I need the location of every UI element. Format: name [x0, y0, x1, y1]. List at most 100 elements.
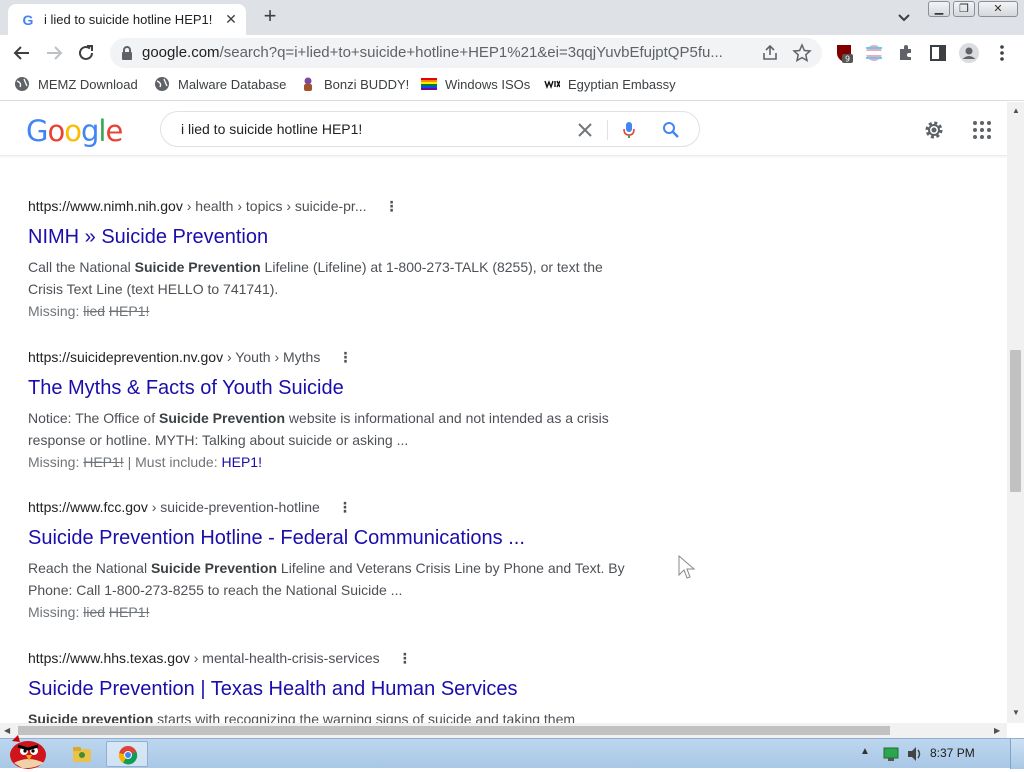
more-options-icon[interactable]: ⋮: [338, 497, 352, 517]
volume-icon[interactable]: [906, 746, 924, 762]
vertical-scrollbar[interactable]: ▲ ▼: [1007, 102, 1024, 723]
result-title-link[interactable]: NIMH » Suicide Prevention: [28, 224, 628, 250]
tab-strip: G i lied to suicide hotline HEP1! ✕ + ▁ …: [0, 0, 1024, 35]
forward-icon[interactable]: [42, 41, 66, 65]
taskbar-clock[interactable]: 8:37 PM: [930, 746, 975, 760]
horizontal-scrollbar[interactable]: ◀ ▶: [0, 723, 1007, 738]
voice-search-icon[interactable]: [619, 120, 639, 140]
extension-badge: 9: [845, 55, 850, 64]
bookmark-label: MEMZ Download: [38, 77, 138, 92]
scroll-down-arrow-icon[interactable]: ▼: [1012, 708, 1020, 717]
search-result: https://www.hhs.texas.gov › mental-healt…: [28, 648, 628, 723]
result-path: › health › topics › suicide-pr...: [182, 198, 367, 214]
missing-term: lied: [83, 303, 106, 319]
result-missing-terms: Missing: lied HEP1!: [28, 601, 628, 623]
must-include-label: | Must include:: [123, 454, 222, 470]
search-divider: [607, 120, 608, 140]
settings-gear-icon[interactable]: [922, 118, 946, 142]
result-url[interactable]: https://www.fcc.gov › suicide-prevention…: [28, 497, 628, 517]
search-icon[interactable]: [661, 120, 681, 140]
missing-label: Missing:: [28, 303, 84, 319]
lock-icon[interactable]: [120, 45, 134, 61]
result-missing-terms: Missing: HEP1! | Must include: HEP1!: [28, 451, 628, 473]
tab-title: i lied to suicide hotline HEP1!: [44, 12, 213, 27]
search-input[interactable]: i lied to suicide hotline HEP1!: [181, 121, 362, 137]
search-result: https://www.fcc.gov › suicide-prevention…: [28, 497, 628, 623]
horizontal-scroll-thumb[interactable]: [18, 726, 890, 735]
new-tab-button[interactable]: +: [258, 5, 282, 29]
bookmark-windows-isos[interactable]: Windows ISOs: [421, 76, 530, 96]
more-options-icon[interactable]: ⋮: [338, 347, 352, 367]
file-explorer-icon[interactable]: [70, 741, 94, 767]
bookmark-label: Bonzi BUDDY!: [324, 77, 410, 92]
result-domain: https://www.hhs.texas.gov: [28, 650, 190, 666]
tab-close-icon[interactable]: ✕: [222, 10, 240, 28]
reload-icon[interactable]: [74, 41, 98, 65]
missing-term: HEP1!: [83, 454, 124, 470]
result-url[interactable]: https://www.hhs.texas.gov › mental-healt…: [28, 648, 628, 668]
apps-grid-icon[interactable]: [970, 118, 994, 142]
clear-search-icon[interactable]: [575, 120, 595, 140]
more-options-icon[interactable]: ⋮: [385, 196, 399, 216]
scroll-up-arrow-icon[interactable]: ▲: [1012, 106, 1020, 115]
missing-term: lied: [83, 604, 106, 620]
address-bar[interactable]: google.com/search?q=i+lied+to+suicide+ho…: [110, 38, 822, 68]
scroll-right-arrow-icon[interactable]: ▶: [994, 726, 1000, 735]
result-title-link[interactable]: Suicide Prevention | Texas Health and Hu…: [28, 676, 628, 702]
bookmark-label: Malware Database: [178, 77, 287, 92]
missing-term: HEP1!: [108, 604, 150, 620]
google-logo[interactable]: Google: [26, 114, 123, 148]
bookmark-star-icon[interactable]: [792, 43, 812, 63]
url-host: google.com: [142, 44, 220, 61]
show-desktop-button[interactable]: [1010, 739, 1024, 769]
rainbow-flag-icon: [421, 78, 437, 90]
mouse-cursor-icon: [678, 555, 696, 579]
close-window-button[interactable]: ✕: [978, 1, 1018, 17]
tab-search-icon[interactable]: [894, 7, 914, 27]
tab-active[interactable]: G i lied to suicide hotline HEP1! ✕: [8, 4, 246, 35]
back-icon[interactable]: [10, 41, 34, 65]
chrome-taskbar-button[interactable]: [106, 741, 148, 767]
bookmark-memz-download[interactable]: MEMZ Download: [14, 76, 138, 96]
result-url[interactable]: https://suicideprevention.nv.gov › Youth…: [28, 347, 628, 367]
result-snippet: Notice: The Office of Suicide Prevention…: [28, 410, 609, 448]
search-box[interactable]: i lied to suicide hotline HEP1!: [160, 111, 700, 147]
result-title-link[interactable]: The Myths & Facts of Youth Suicide: [28, 375, 628, 401]
share-icon[interactable]: [760, 43, 780, 63]
search-result: https://suicideprevention.nv.gov › Youth…: [28, 347, 628, 473]
minimize-button[interactable]: ▁: [928, 1, 950, 17]
missing-term: HEP1!: [108, 303, 150, 319]
url-text: google.com/search?q=i+lied+to+suicide+ho…: [142, 44, 752, 61]
start-button-angry-bird-icon[interactable]: [4, 733, 48, 769]
show-hidden-icons-icon[interactable]: ▲: [860, 746, 870, 772]
ublock-extension-icon[interactable]: 9: [834, 43, 854, 63]
pride-extension-icon[interactable]: [864, 43, 884, 63]
result-path: › suicide-prevention-hotline: [147, 499, 320, 515]
google-header: Google i lied to suicide hotline HEP1!: [0, 102, 1007, 156]
result-title-link[interactable]: Suicide Prevention Hotline - Federal Com…: [28, 525, 628, 551]
side-panel-icon[interactable]: [928, 43, 948, 63]
bookmark-egyptian-embassy[interactable]: Egyptian Embassy: [544, 76, 676, 96]
bookmark-malware-database[interactable]: Malware Database: [154, 76, 286, 96]
must-include-link[interactable]: HEP1!: [222, 454, 262, 470]
url-path: /search?q=i+lied+to+suicide+hotline+HEP1…: [219, 44, 723, 61]
vertical-scroll-thumb[interactable]: [1010, 350, 1021, 492]
profile-avatar-icon[interactable]: [958, 42, 980, 64]
result-path: › mental-health-crisis-services: [189, 650, 380, 666]
more-options-icon[interactable]: ⋮: [398, 648, 412, 668]
result-domain: https://suicideprevention.nv.gov: [28, 349, 224, 365]
extensions-puzzle-icon[interactable]: [896, 43, 916, 63]
result-path: › Youth › Myths: [223, 349, 321, 365]
bonzi-icon: [304, 77, 312, 91]
chrome-icon: [118, 746, 138, 765]
browser-menu-icon[interactable]: [992, 43, 1012, 63]
network-icon[interactable]: [882, 746, 900, 762]
bookmark-label: Egyptian Embassy: [568, 77, 676, 92]
search-result: https://www.nimh.nih.gov › health › topi…: [28, 196, 628, 322]
result-url[interactable]: https://www.nimh.nih.gov › health › topi…: [28, 196, 628, 216]
bookmark-bonzi-buddy[interactable]: Bonzi BUDDY!: [300, 76, 409, 96]
search-results: https://www.nimh.nih.gov › health › topi…: [0, 157, 1007, 723]
restore-button[interactable]: ❐: [953, 1, 975, 17]
result-snippet: Suicide prevention starts with recognizi…: [28, 711, 576, 723]
result-snippet: Reach the National Suicide Prevention Li…: [28, 560, 625, 598]
